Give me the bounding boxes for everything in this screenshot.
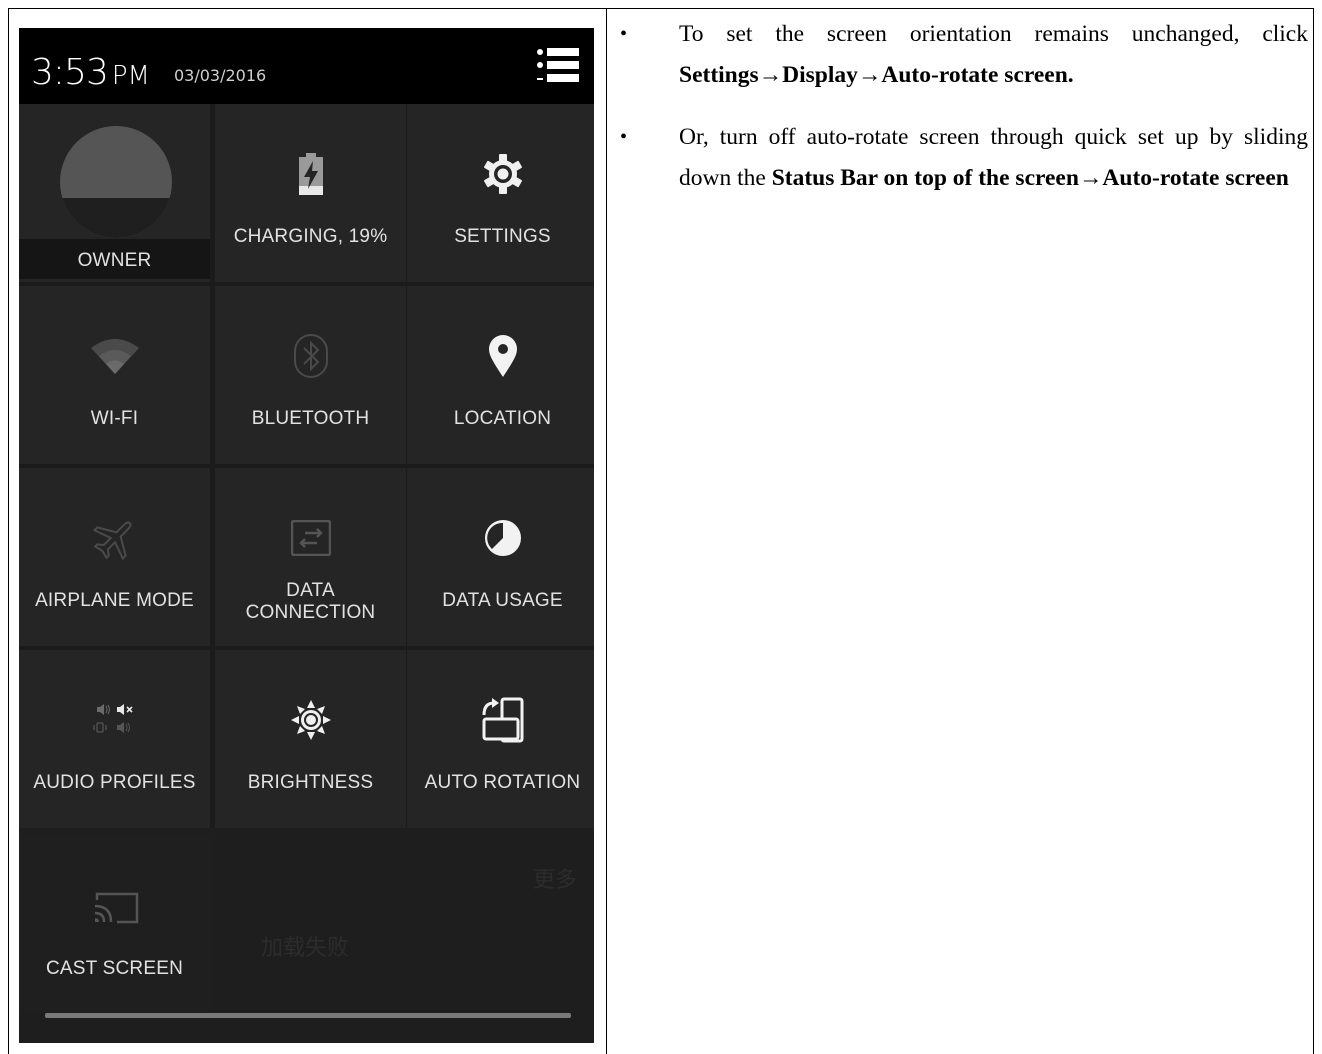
tile-label: CAST SCREEN [46, 958, 183, 979]
gear-icon [407, 144, 594, 204]
tile-brightness[interactable]: BRIGHTNESS [215, 650, 406, 828]
tile-label: AIRPLANE MODE [35, 590, 194, 611]
bullet: • [620, 126, 628, 148]
tile-label: BLUETOOTH [251, 408, 370, 429]
list-view-icon[interactable] [535, 46, 579, 86]
instructions-column: • To set the screen orientation remains … [612, 14, 1308, 199]
location-pin-icon [407, 326, 594, 386]
tile-label: BRIGHTNESS [247, 772, 374, 793]
battery-charging-icon [215, 144, 406, 204]
tile-label: DATA USAGE [442, 590, 563, 611]
tile-data-usage[interactable]: DATA USAGE [407, 468, 594, 646]
ghost-load-failed-text: 加载失败 [261, 936, 350, 961]
tile-auto-rotation[interactable]: AUTO ROTATION [407, 650, 594, 828]
airplane-icon [19, 508, 210, 568]
tile-audio-profiles[interactable]: AUDIO PROFILES [19, 650, 210, 828]
tile-label: OWNER [77, 250, 152, 271]
quick-setting-path: Status Bar on top of the screen→Auto-rot… [771, 165, 1289, 191]
tile-wifi[interactable]: WI-FI [19, 286, 210, 464]
tile-location[interactable]: LOCATION [407, 286, 594, 464]
wifi-icon [19, 326, 210, 386]
tile-data-connection[interactable]: DATA CONNECTION [215, 468, 406, 646]
tile-label: AUTO ROTATION [424, 772, 581, 793]
audio-profiles-icon [19, 690, 210, 750]
drag-handle[interactable] [45, 1013, 571, 1018]
tile-settings[interactable]: SETTINGS [407, 104, 594, 282]
status-clock: 3:53 PM [31, 52, 150, 93]
tile-label: LOCATION [453, 408, 552, 429]
data-usage-icon [407, 508, 594, 568]
tile-bluetooth[interactable]: BLUETOOTH [215, 286, 406, 464]
bullet: • [620, 23, 628, 45]
brightness-icon [215, 690, 406, 750]
tile-label: CHARGING, 19% [233, 226, 388, 247]
instruction-item: • To set the screen orientation remains … [612, 14, 1308, 96]
bluetooth-icon [215, 326, 406, 386]
ghost-more-text: 更多 [533, 868, 578, 893]
auto-rotate-icon [407, 690, 594, 750]
settings-path: Settings→Display→Auto-rotate screen. [679, 62, 1074, 88]
tile-label: WI-FI [90, 408, 139, 429]
tile-owner[interactable]: OWNER [19, 104, 210, 282]
tile-label: SETTINGS [454, 226, 551, 247]
status-date: 03/03/2016 [174, 66, 267, 85]
avatar-icon [60, 126, 172, 238]
tile-cast-screen[interactable]: CAST SCREEN [19, 834, 210, 1012]
tile-battery[interactable]: CHARGING, 19% [215, 104, 406, 282]
tile-airplane-mode[interactable]: AIRPLANE MODE [19, 468, 210, 646]
table-border-left [8, 8, 9, 1054]
table-column-divider [606, 8, 607, 1054]
quick-settings-screenshot: 3:53 PM 03/03/2016 OWNER CHARGING, 19% S… [19, 28, 594, 1043]
tile-label: DATA CONNECTION [245, 580, 376, 623]
instruction-item: • Or, turn off auto-rotate screen throug… [612, 117, 1308, 199]
table-border-top [8, 8, 1314, 9]
cast-icon [19, 878, 210, 938]
data-connection-icon [215, 508, 406, 568]
tile-label: AUDIO PROFILES [33, 772, 196, 793]
table-border-right [1313, 8, 1314, 1054]
status-bar: 3:53 PM 03/03/2016 [19, 28, 594, 104]
